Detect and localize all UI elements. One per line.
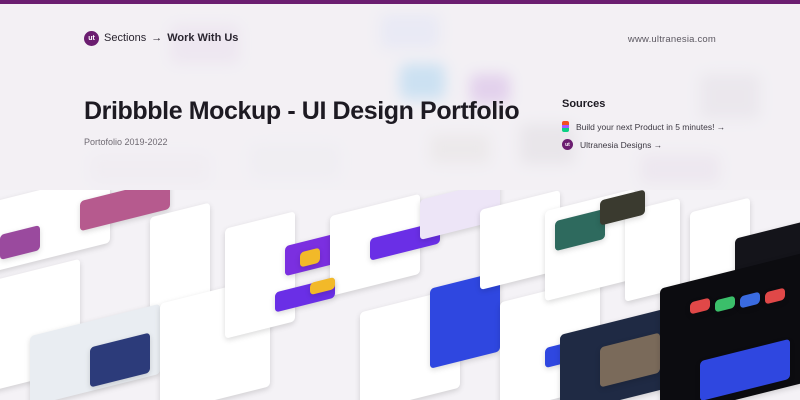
figma-icon: [562, 121, 569, 132]
ultranesia-logo-icon[interactable]: ut: [84, 31, 99, 46]
source-link-label: Ultranesia Designs →: [580, 139, 663, 150]
site-url-link[interactable]: www.ultranesia.com: [628, 34, 716, 45]
breadcrumb-sections-link[interactable]: Sections: [104, 32, 146, 44]
arrow-right-icon: →: [151, 32, 163, 44]
mockup-collage: [0, 190, 800, 400]
source-link-label: Build your next Product in 5 minutes! →: [576, 121, 726, 132]
page-title: Dribbble Mockup - UI Design Portfolio: [84, 97, 520, 125]
breadcrumb: Sections → Work With Us: [104, 32, 238, 44]
breadcrumb-current[interactable]: Work With Us: [167, 32, 238, 44]
source-link-figma[interactable]: Build your next Product in 5 minutes! →: [562, 121, 725, 132]
ultranesia-logo-icon: ut: [562, 139, 573, 150]
source-link-ultranesia[interactable]: ut Ultranesia Designs →: [562, 139, 662, 150]
page-subtitle: Portofolio 2019-2022: [84, 137, 168, 147]
sources-heading: Sources: [562, 98, 606, 110]
